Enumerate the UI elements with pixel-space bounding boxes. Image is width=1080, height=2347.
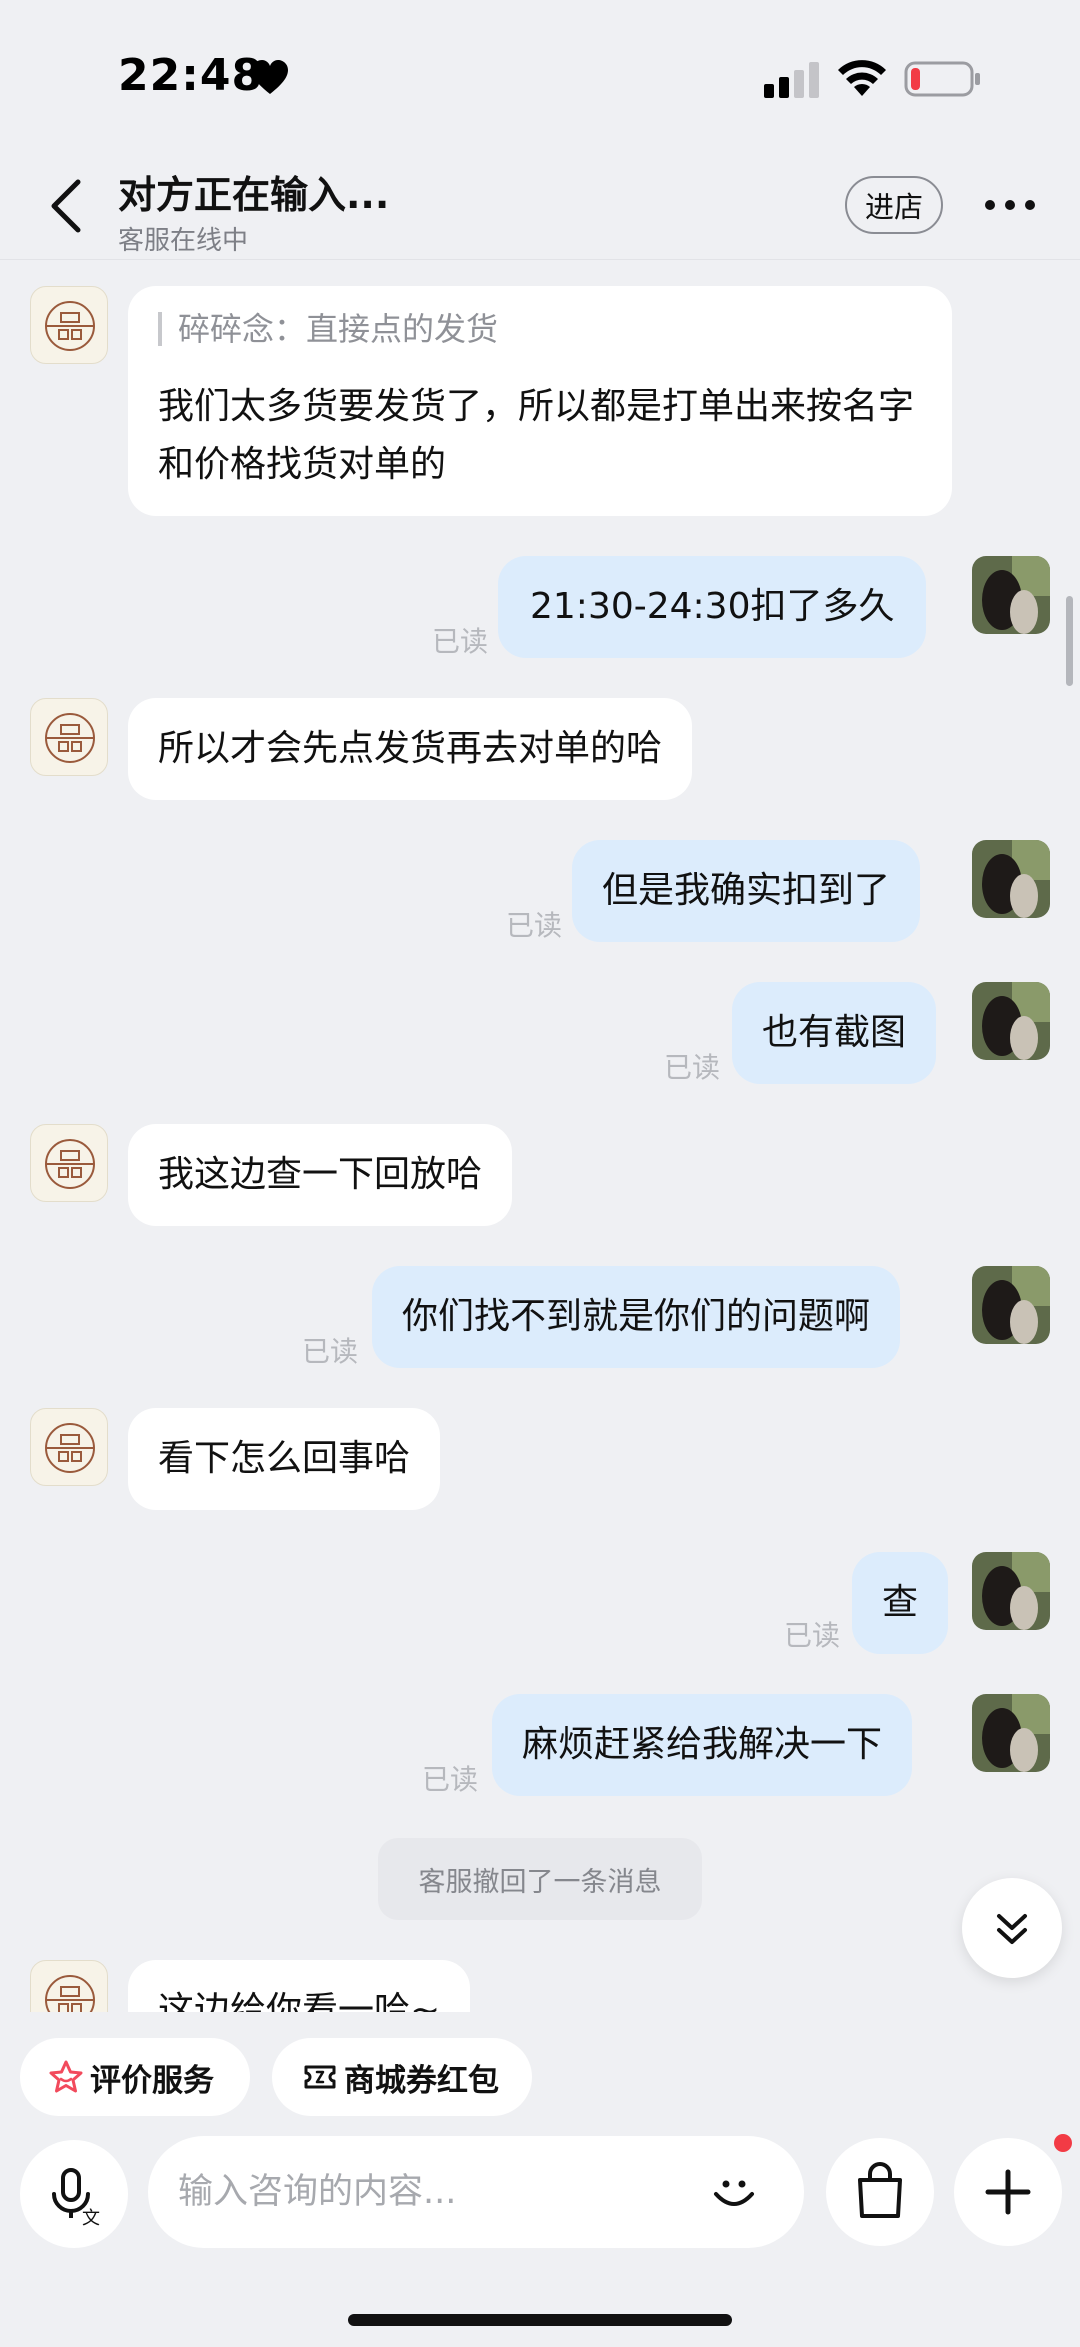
back-arrow-icon[interactable] (40, 176, 94, 236)
rate-service-label: 评价服务 (90, 2062, 214, 2099)
wifi-icon (838, 60, 886, 96)
user-photo (972, 1266, 1050, 1344)
battery-icon (904, 61, 980, 97)
voice-translate-icon: 文 (52, 2168, 100, 2229)
product-bag-button[interactable] (826, 2138, 934, 2246)
plus-icon (985, 2169, 1031, 2215)
shop-logo-icon (45, 713, 95, 763)
bottom-panel: 评价服务 商城券红包 文 (0, 2012, 1080, 2347)
agent-status: 客服在线中 (118, 226, 249, 256)
quote-bar (158, 312, 162, 346)
read-status: 已读 (432, 625, 489, 658)
scroll-to-bottom-button[interactable] (962, 1878, 1062, 1978)
incoming-message[interactable]: 我这边查一下回放哈 (128, 1124, 513, 1226)
incoming-message[interactable]: 所以才会先点发货再去对单的哈 (128, 698, 693, 800)
page-title: 对方正在输入... (118, 173, 390, 217)
outgoing-message[interactable]: 但是我确实扣到了 (572, 840, 921, 942)
outgoing-message[interactable]: 也有截图 (732, 982, 937, 1084)
status-time: 22:48 (118, 50, 264, 101)
read-status: 已读 (664, 1051, 721, 1084)
enter-store-button[interactable]: 进店 (845, 176, 943, 234)
user-avatar[interactable] (972, 1266, 1050, 1344)
incoming-message[interactable]: 看下怎么回事哈 (128, 1408, 441, 1510)
message-text: 我们太多货要发货了，所以都是打单出来按名字和价格找货对单的 (158, 386, 915, 485)
shop-logo-icon (45, 1423, 95, 1473)
user-avatar[interactable] (972, 982, 1050, 1060)
shopping-bag-icon (858, 2162, 902, 2218)
outgoing-message[interactable]: 麻烦赶紧给我解决一下 (492, 1694, 913, 1796)
shop-avatar[interactable] (30, 1408, 108, 1486)
star-icon (49, 2060, 83, 2093)
user-photo (972, 1694, 1050, 1772)
user-avatar[interactable] (972, 840, 1050, 918)
status-bar: 22:48 (0, 0, 1080, 150)
shop-avatar[interactable] (30, 698, 108, 776)
shop-avatar[interactable] (30, 1124, 108, 1202)
signal-icon (764, 62, 819, 98)
outgoing-message[interactable]: 你们找不到就是你们的问题啊 (372, 1266, 901, 1368)
user-photo (972, 556, 1050, 634)
read-status: 已读 (302, 1335, 359, 1368)
rate-service-button[interactable]: 评价服务 (20, 2038, 250, 2116)
scrollbar[interactable] (1066, 596, 1073, 686)
chat-header: 对方正在输入... 客服在线中 进店 (0, 150, 1080, 260)
coupon-label: 商城券红包 (344, 2062, 499, 2099)
user-photo (972, 982, 1050, 1060)
user-avatar[interactable] (972, 1694, 1050, 1772)
shop-logo-icon (45, 301, 95, 351)
coupon-icon (304, 2065, 336, 2089)
recall-notice: 客服撤回了一条消息 (378, 1838, 702, 1920)
outgoing-message[interactable]: 查 (852, 1552, 949, 1654)
user-photo (972, 1552, 1050, 1630)
incoming-quote-message[interactable]: 碎碎念：直接点的发货 我们太多货要发货了，所以都是打单出来按名字和价格找货对单的 (128, 286, 952, 516)
voice-input-button[interactable]: 文 (20, 2140, 128, 2248)
emoji-icon[interactable] (704, 2162, 764, 2222)
coupon-button[interactable]: 商城券红包 (272, 2038, 532, 2116)
home-indicator[interactable] (348, 2314, 732, 2326)
notification-dot (1054, 2134, 1072, 2152)
user-photo (972, 840, 1050, 918)
read-status: 已读 (784, 1619, 841, 1652)
read-status: 已读 (506, 909, 563, 942)
more-icon[interactable] (980, 180, 1040, 230)
quoted-text: 碎碎念：直接点的发货 (178, 310, 499, 348)
user-avatar[interactable] (972, 556, 1050, 634)
shop-logo-icon (45, 1139, 95, 1189)
read-status: 已读 (422, 1763, 479, 1796)
shop-avatar[interactable] (30, 286, 108, 364)
heart-icon (252, 60, 288, 94)
outgoing-message[interactable]: 21:30-24:30扣了多久 (498, 556, 927, 658)
double-chevron-down-icon (997, 1914, 1027, 1944)
svg-text:文: 文 (82, 2208, 100, 2229)
user-avatar[interactable] (972, 1552, 1050, 1630)
more-actions-button[interactable] (954, 2138, 1062, 2246)
